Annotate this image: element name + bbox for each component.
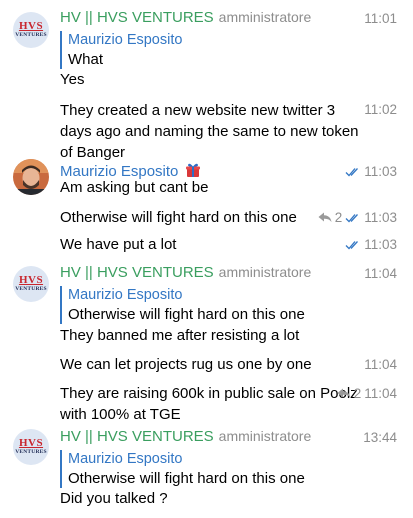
gift-emoji-icon <box>185 162 201 178</box>
logo-subtext: VENTURES <box>15 449 47 456</box>
message-meta: 11:03 <box>345 164 397 179</box>
reply-count[interactable]: 2 <box>354 386 362 401</box>
sender-role: amministratore <box>218 264 312 280</box>
message-text: Am asking but cant be <box>60 179 209 196</box>
message-time: 11:04 <box>364 266 397 281</box>
message-text: They banned me after resisting a lot <box>60 327 300 344</box>
message-text: Did you talked ? <box>60 490 168 507</box>
message-text: Otherwise will fight hard on this one <box>60 209 297 226</box>
reply-author: Maurizio Esposito <box>68 287 183 303</box>
message-text: We have put a lot <box>60 236 177 253</box>
reply-author: Maurizio Esposito <box>68 32 183 48</box>
message-meta: 11:03 <box>345 237 397 252</box>
double-check-icon <box>345 240 361 250</box>
message-header: HV || HVS VENTURES amministratore <box>60 428 311 446</box>
message-time: 11:02 <box>364 102 397 117</box>
message-text: They created a new website new twitter 3… <box>60 102 359 161</box>
reply-quote[interactable]: Maurizio Esposito What <box>60 31 182 69</box>
avatar-hvs-ventures[interactable]: HVS VENTURES <box>13 266 49 302</box>
reply-arrow-icon[interactable] <box>337 388 351 399</box>
sender-role: amministratore <box>218 9 312 25</box>
avatar-hvs-ventures[interactable]: HVS VENTURES <box>13 12 49 48</box>
message-time: 11:03 <box>364 237 397 252</box>
reply-quote[interactable]: Maurizio Esposito Otherwise will fight h… <box>60 286 305 324</box>
sender-name[interactable]: HV || HVS VENTURES <box>60 428 214 445</box>
sender-name[interactable]: HV || HVS VENTURES <box>60 264 214 281</box>
message-time: 11:03 <box>364 164 397 179</box>
logo-text: HVS <box>18 274 44 287</box>
message-time: 13:44 <box>363 430 397 445</box>
logo-text: HVS <box>18 20 44 33</box>
message-time: 11:03 <box>364 210 397 225</box>
reply-text: What <box>68 51 104 68</box>
message-time: 11:04 <box>364 357 397 372</box>
logo-subtext: VENTURES <box>15 286 47 293</box>
message-meta: 2 11:03 <box>318 210 397 225</box>
reply-count[interactable]: 2 <box>335 210 343 225</box>
double-check-icon <box>345 167 361 177</box>
message-header: HV || HVS VENTURES amministratore <box>60 264 311 282</box>
message-time: 11:04 <box>364 386 397 401</box>
double-check-icon <box>345 213 361 223</box>
logo-text: HVS <box>18 437 44 450</box>
message-meta: 2 11:04 <box>337 386 397 401</box>
reply-text: Otherwise will fight hard on this one <box>68 470 305 487</box>
message-text: Yes <box>60 71 85 88</box>
avatar-hvs-ventures[interactable]: HVS VENTURES <box>13 429 49 465</box>
avatar-maurizio[interactable] <box>13 159 49 195</box>
message-header: HV || HVS VENTURES amministratore <box>60 9 311 27</box>
message-text: They are raising 600k in public sale on … <box>60 385 358 423</box>
reply-author: Maurizio Esposito <box>68 451 183 467</box>
reply-arrow-icon[interactable] <box>318 212 332 223</box>
user-photo <box>13 159 49 195</box>
sender-role: amministratore <box>218 428 312 444</box>
message-text: We can let projects rug us one by one <box>60 356 312 373</box>
reply-quote[interactable]: Maurizio Esposito Otherwise will fight h… <box>60 450 305 488</box>
message-time: 11:01 <box>364 11 397 26</box>
sender-name[interactable]: HV || HVS VENTURES <box>60 9 214 26</box>
reply-text: Otherwise will fight hard on this one <box>68 306 305 323</box>
logo-subtext: VENTURES <box>15 32 47 39</box>
